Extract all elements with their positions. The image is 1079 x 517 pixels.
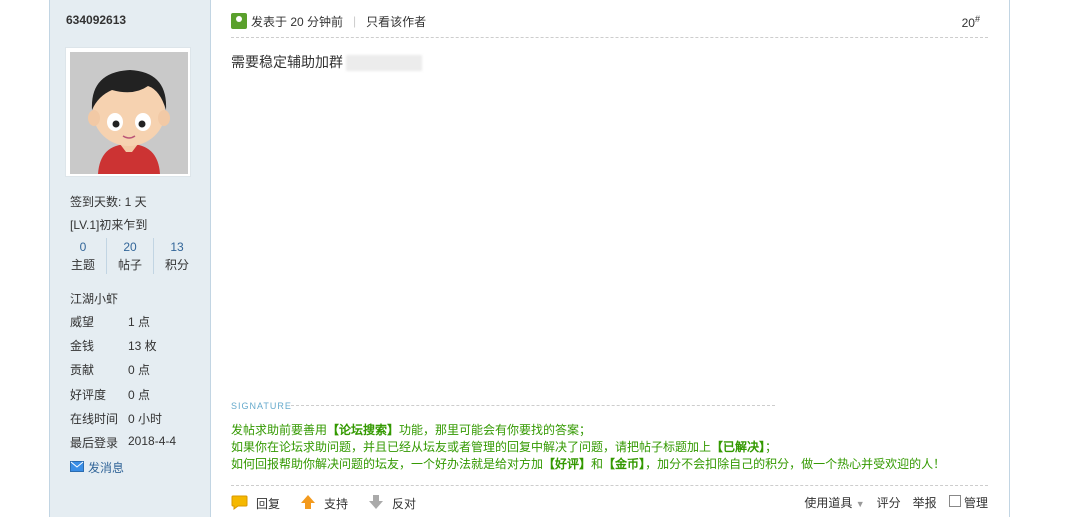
info-value: 0 小时: [128, 412, 163, 426]
envelope-icon: [70, 460, 84, 475]
stat-points-value: 13: [170, 240, 184, 254]
oppose-label: 反对: [392, 497, 417, 511]
send-message-label: 发消息: [88, 461, 125, 475]
post-actions: 回复 支持 反对: [231, 494, 436, 513]
post-text: 需要稳定辅助加群: [231, 54, 343, 70]
info-value: 13 枚: [128, 339, 157, 353]
info-value: 0 点: [128, 388, 151, 402]
manage-label: 管理: [963, 496, 988, 510]
signature-line: 如果你在论坛求助问题，并且已经从坛友或者管理的回复中解决了问题，请把帖子标题加上…: [231, 440, 778, 454]
signature-text: 发帖求助前要善用【论坛搜索】功能，那里可能会有你要找的答案； 如果你在论坛求助问…: [231, 422, 988, 473]
rate-link[interactable]: 评分: [877, 494, 901, 511]
info-label: 威望: [70, 315, 95, 329]
info-label: 在线时间: [70, 412, 119, 426]
info-label: 最后登录: [70, 436, 119, 450]
info-value: 2018-4-4: [128, 434, 177, 448]
manage-checkbox[interactable]: [948, 495, 961, 507]
post-header: 发表于 20 分钟前 | 只看该作者: [231, 12, 988, 30]
signature-line: 发帖求助前要善用【论坛搜索】功能，那里可能会有你要找的答案；: [231, 423, 592, 437]
report-link[interactable]: 举报: [913, 494, 937, 511]
author-only-link[interactable]: 只看该作者: [366, 13, 426, 30]
caret-down-icon: ▼: [855, 499, 865, 509]
use-tools-label: 使用道具: [804, 496, 853, 510]
info-row: 贡献 0 点: [70, 361, 150, 378]
info-label: 金钱: [70, 339, 95, 353]
info-label: 好评度: [70, 388, 107, 402]
post-tools: 使用道具 ▼ 评分 举报 管理: [804, 494, 988, 511]
arrow-up-icon: [300, 494, 316, 513]
avatar[interactable]: [65, 47, 191, 177]
footer-divider: [231, 485, 988, 486]
stat-threads-value: 0: [79, 240, 87, 254]
stat-threads[interactable]: 0 主题: [60, 238, 106, 274]
info-label: 贡献: [70, 363, 95, 377]
info-row: 金钱 13 枚: [70, 337, 157, 354]
support-button[interactable]: 支持: [300, 494, 348, 513]
info-row: 在线时间 0 小时: [70, 410, 162, 427]
post-time: 发表于 20 分钟前: [251, 14, 344, 29]
stat-points-label: 积分: [164, 258, 189, 272]
author-username[interactable]: 634092613: [66, 13, 126, 27]
forum-search-link[interactable]: 【论坛搜索】: [327, 423, 399, 437]
floor-sup: #: [974, 14, 980, 24]
user-level[interactable]: [LV.1]初来乍到: [70, 216, 147, 233]
avatar-image: [70, 52, 188, 174]
stat-posts-label: 帖子: [117, 258, 142, 272]
info-row: 最后登录 2018-4-4: [70, 434, 176, 451]
header-divider: |: [353, 14, 357, 28]
online-status-icon: [231, 13, 247, 29]
header-divider-line: [231, 37, 988, 38]
send-message-link[interactable]: 发消息: [70, 459, 124, 476]
reply-label: 回复: [256, 497, 281, 511]
support-label: 支持: [324, 497, 349, 511]
signature-line: 如何回报帮助你解决问题的坛友，一个好办法就是给对方加【好评】和【金币】，加分不会…: [231, 457, 946, 471]
stat-posts[interactable]: 20 帖子: [106, 238, 153, 274]
info-row: 威望 1 点: [70, 313, 150, 330]
arrow-down-icon: [368, 494, 384, 513]
use-tools-dropdown[interactable]: 使用道具 ▼: [804, 494, 864, 511]
stat-posts-value: 20: [123, 240, 137, 254]
post-main: 发表于 20 分钟前 | 只看该作者 20# 需要稳定辅助加群 SIGNATUR…: [231, 0, 988, 517]
checkin-days: 签到天数: 1 天: [70, 195, 147, 209]
info-row: 好评度 0 点: [70, 386, 150, 403]
stat-threads-label: 主题: [70, 258, 95, 272]
signature-divider: [291, 405, 775, 406]
oppose-button[interactable]: 反对: [368, 494, 416, 513]
author-sidebar: 634092613 签到天数: 1 天 [LV.1]初来乍到 0 主题 20 帖…: [50, 0, 211, 517]
floor-number[interactable]: 20#: [962, 14, 980, 30]
signature-label: SIGNATURE: [231, 401, 292, 411]
floor-value: 20: [961, 16, 975, 30]
stat-points[interactable]: 13 积分: [153, 238, 200, 274]
post-content: 需要稳定辅助加群: [231, 52, 422, 72]
speech-bubble-icon: [231, 495, 248, 513]
user-rank: 江湖小虾: [70, 292, 119, 306]
reply-button[interactable]: 回复: [231, 495, 280, 513]
manage-control[interactable]: 管理: [948, 494, 988, 511]
info-value: 1 点: [128, 315, 151, 329]
user-stats: 0 主题 20 帖子 13 积分: [60, 238, 200, 274]
info-value: 0 点: [128, 363, 151, 377]
redacted-text: [346, 55, 422, 72]
